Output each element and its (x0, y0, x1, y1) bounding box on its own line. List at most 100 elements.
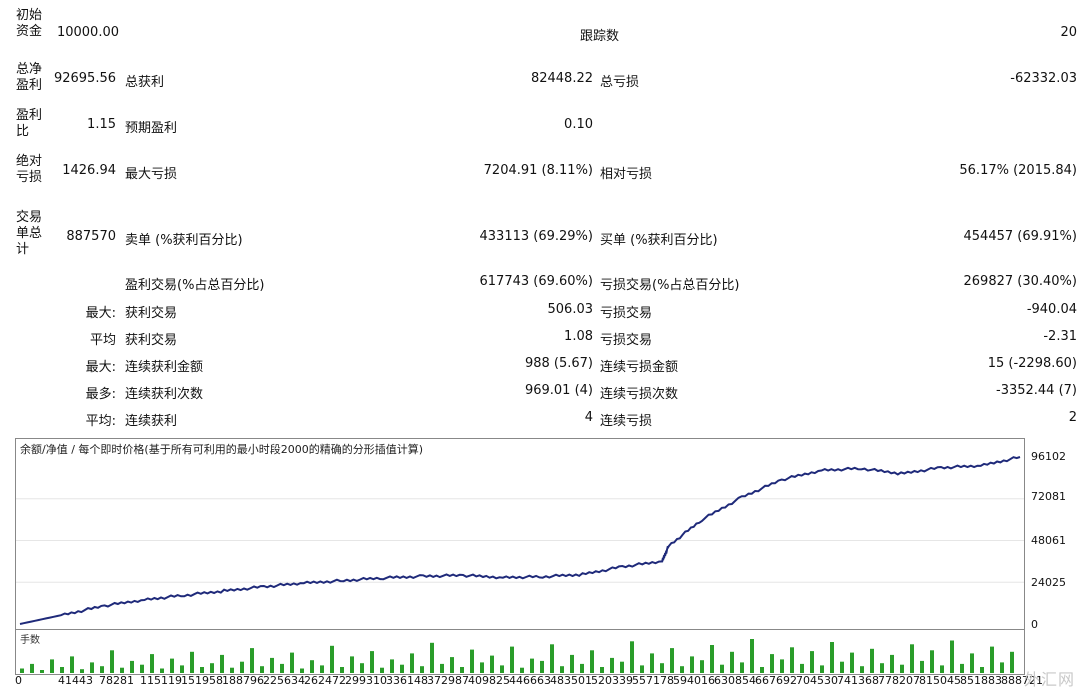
volume-bar (740, 662, 744, 673)
max-consecutive-losses-value: 15 (-2298.60) (987, 356, 1077, 371)
volume-bar (410, 653, 414, 673)
volume-bar (1000, 662, 1004, 673)
max-consecutive-wins-value: 988 (5.67) (524, 356, 593, 371)
volume-bar (140, 664, 144, 673)
average-loss-trade-value: -2.31 (1043, 329, 1077, 344)
volume-bar (20, 668, 24, 673)
average-sublabel: 平均 (89, 333, 116, 348)
y-tick: 96102 (1031, 450, 1066, 463)
volume-bar (510, 646, 514, 673)
volume-bar (80, 669, 84, 673)
x-tick: 336148 (386, 674, 428, 687)
volume-bar (710, 645, 714, 673)
average-loss-trade-label: 亏损交易 (600, 333, 653, 348)
volume-bar (50, 659, 54, 673)
x-tick: 704530 (796, 674, 838, 687)
absolute-drawdown-label: 绝对亏损 (16, 154, 43, 185)
initial-deposit-value: 10000.00 (56, 25, 119, 40)
volume-bar (190, 651, 194, 673)
volume-bar (60, 667, 64, 673)
volume-bar (120, 667, 124, 673)
largest-loss-trade-label: 亏损交易 (600, 306, 653, 321)
volume-bar (830, 642, 834, 673)
watermark: 外汇网 (1023, 670, 1075, 689)
volume-bar (870, 648, 874, 673)
volume-bar (850, 652, 854, 673)
volume-bar (920, 660, 924, 673)
y-axis: 96102 72081 48061 24025 0 (1027, 438, 1081, 638)
volume-bar (330, 645, 334, 673)
gross-profit-value: 82448.22 (530, 71, 593, 86)
x-tick: 446663 (509, 674, 551, 687)
volume-bar (630, 641, 634, 673)
short-positions-value: 433113 (69.29%) (479, 229, 593, 244)
loss-trades-label: 亏损交易(%占总百分比) (600, 278, 740, 293)
volume-bar (400, 664, 404, 673)
expected-payoff-value: 0.10 (564, 117, 593, 132)
x-tick: 41443 (58, 674, 93, 687)
volume-bar (280, 663, 284, 673)
volume-bar (720, 664, 724, 673)
volume-bar (100, 666, 104, 673)
volume-bar (560, 666, 564, 673)
maximum-sublabel: 最大: (85, 360, 116, 375)
loss-trades-value: 269827 (30.40%) (963, 274, 1077, 289)
volume-chart-svg (20, 639, 1014, 673)
x-tick: 299310 (345, 674, 387, 687)
volume-bar (240, 661, 244, 673)
volume-bar (420, 666, 424, 673)
volume-bar (390, 659, 394, 673)
volume-bar (180, 665, 184, 673)
net-profit-value: 92695.56 (53, 71, 116, 86)
volume-chart: 手数 (15, 629, 1025, 675)
volume-bar (40, 670, 44, 673)
volume-bar (1010, 651, 1014, 673)
profit-factor-value: 1.15 (87, 117, 116, 132)
net-profit-label: 总净盈利 (16, 62, 43, 93)
maximal-consecutive-profit-label: 连续获利次数 (125, 387, 204, 402)
volume-bar (770, 654, 774, 673)
avg-consecutive-losses-value: 2 (1068, 410, 1077, 425)
volume-bar (840, 661, 844, 673)
volume-bar (580, 663, 584, 673)
volume-bar (460, 667, 464, 673)
x-tick: 372987 (427, 674, 469, 687)
volume-bar (70, 656, 74, 673)
volume-bar (210, 663, 214, 673)
volume-bar (30, 663, 34, 673)
volume-bar (640, 665, 644, 673)
volume-bar (550, 644, 554, 673)
volume-bar (220, 654, 224, 673)
volume-bar (930, 650, 934, 673)
gross-profit-label: 总获利 (125, 75, 165, 90)
volume-bar (670, 648, 674, 673)
volume-bar (490, 655, 494, 673)
x-tick: 851883 (960, 674, 1002, 687)
maximal-consecutive-loss-label: 连续亏损次数 (600, 387, 679, 402)
volume-bar (250, 648, 254, 673)
volume-bar (570, 654, 574, 673)
volume-bar (700, 660, 704, 673)
short-positions-label: 卖单 (%获利百分比) (125, 233, 243, 248)
x-tick: 815045 (919, 674, 961, 687)
volume-bar (610, 657, 614, 673)
volume-bar (760, 667, 764, 673)
volume-bar (890, 654, 894, 673)
volume-bar (860, 666, 864, 673)
x-tick: 78281 (99, 674, 134, 687)
volume-bar (150, 654, 154, 673)
y-tick: 24025 (1031, 576, 1066, 589)
x-tick: 557178 (632, 674, 674, 687)
volume-bar (950, 640, 954, 673)
volume-bar (590, 650, 594, 673)
volume-bar (650, 653, 654, 673)
max-consecutive-wins-label: 连续获利金额 (125, 360, 204, 375)
largest-loss-trade-value: -940.04 (1026, 302, 1077, 317)
balance-chart-svg (16, 456, 1024, 625)
volume-bar (200, 667, 204, 673)
volume-bar (940, 665, 944, 673)
volume-bar (160, 668, 164, 673)
maximal-sublabel: 最多: (85, 387, 116, 402)
avg-consecutive-wins-label: 连续获利 (125, 414, 178, 429)
volume-bar (440, 663, 444, 673)
